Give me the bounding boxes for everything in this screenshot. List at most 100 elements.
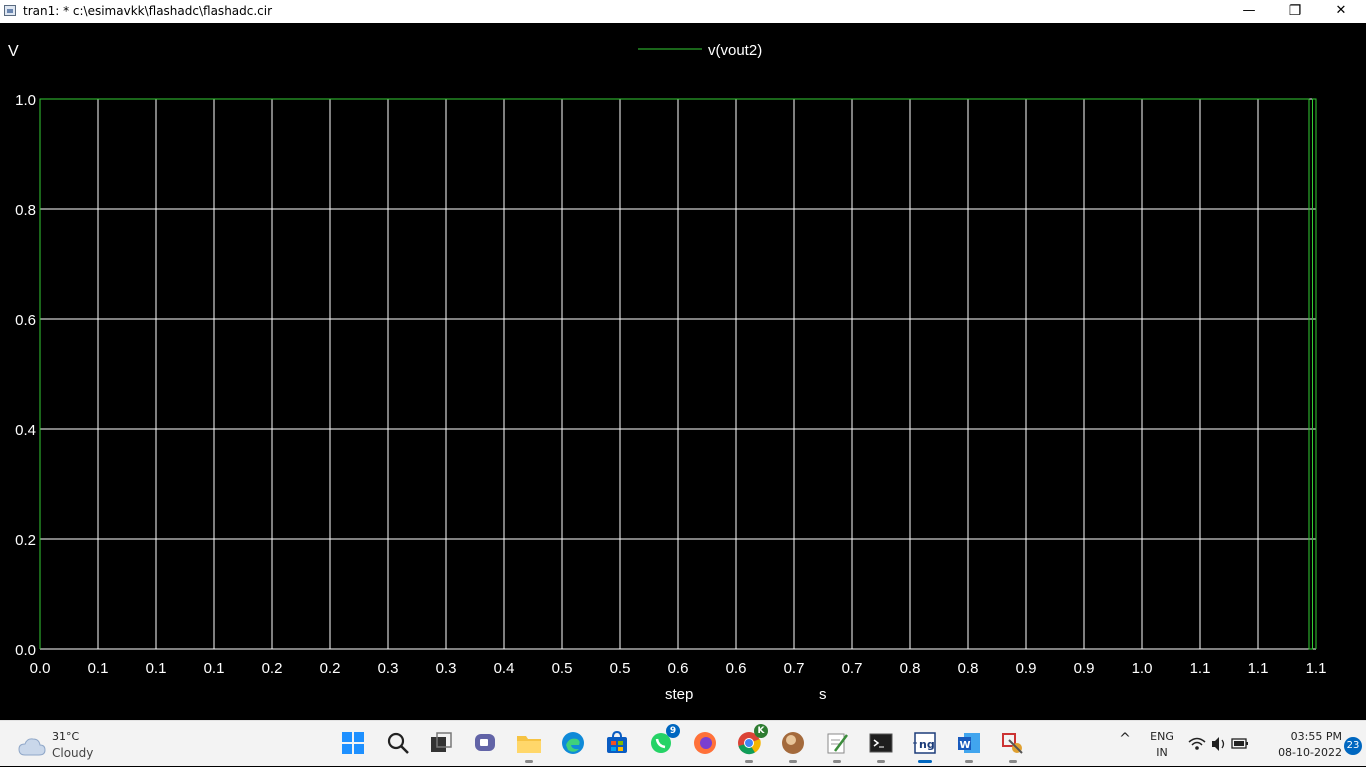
waveform-plot[interactable]: V v(vout2) 0.0 0.1 0.1 0.1 0.2 0.2 0.3 0.3 0.4 0.… <box>0 23 1366 720</box>
weather-condition: Cloudy <box>52 746 94 760</box>
y-tick-labels: 1.0 0.8 0.6 0.4 0.2 0.0 <box>15 92 36 659</box>
firefox-icon <box>694 732 716 754</box>
teams-chat-button[interactable] <box>472 730 498 756</box>
search-icon <box>387 732 409 754</box>
system-tray: ^ ENG IN 03:55 PM 08-10-2022 23 <box>1106 721 1366 767</box>
x-tick-label: 0.0 <box>30 660 51 677</box>
chrome-profile-badge: K <box>754 724 768 738</box>
running-indicator <box>877 760 885 763</box>
running-indicator <box>745 760 753 763</box>
x-tick-label: 0.2 <box>262 660 283 677</box>
x-tick-label: 1.1 <box>1306 660 1327 677</box>
x-tick-label: 0.5 <box>610 660 631 677</box>
x-tick-label: 0.1 <box>88 660 109 677</box>
word-button[interactable]: W <box>956 730 982 763</box>
y-tick-label: 0.4 <box>15 422 36 439</box>
whatsapp-button[interactable]: 9 <box>648 724 680 756</box>
x-tick-label: 0.3 <box>378 660 399 677</box>
x-tick-label: 0.7 <box>842 660 863 677</box>
running-indicator <box>525 760 533 763</box>
running-indicator <box>833 760 841 763</box>
close-button[interactable]: ✕ <box>1318 0 1364 23</box>
x-tick-label: 0.6 <box>726 660 747 677</box>
running-indicator <box>789 760 797 763</box>
volume-icon <box>1212 737 1225 751</box>
chrome-button[interactable]: K <box>736 724 768 763</box>
terminal-button[interactable] <box>868 730 894 763</box>
ngspice-button[interactable]: ng <box>912 730 938 763</box>
plot-grid <box>40 98 1317 650</box>
running-indicator <box>1009 760 1017 763</box>
notepad-button[interactable] <box>824 730 850 763</box>
x-tick-label: 0.8 <box>958 660 979 677</box>
wifi-icon <box>1188 737 1206 750</box>
running-indicator <box>965 760 973 763</box>
language-indicator-bottom[interactable]: IN <box>1146 746 1178 759</box>
tool-button[interactable] <box>1000 730 1026 763</box>
file-explorer-button[interactable] <box>516 730 542 763</box>
x-tick-label: 1.0 <box>1132 660 1153 677</box>
y-tick-label: 0.2 <box>15 532 36 549</box>
start-button[interactable] <box>340 730 366 756</box>
weather-temperature: 31°C <box>52 730 80 743</box>
y-tick-label: 1.0 <box>15 92 36 109</box>
notepad-icon <box>827 733 848 754</box>
x-tick-label: 0.2 <box>320 660 341 677</box>
window-title: tran1: * c:\esimavkk\flashadc\flashadc.c… <box>23 4 273 18</box>
edge-button[interactable] <box>560 730 586 756</box>
x-tick-label: 1.1 <box>1248 660 1269 677</box>
folder-icon <box>517 736 541 753</box>
terminal-icon <box>869 733 893 753</box>
quick-settings[interactable] <box>1188 736 1258 752</box>
minimize-button[interactable]: — <box>1226 0 1272 23</box>
running-indicator <box>918 760 932 763</box>
x-tick-label: 0.4 <box>494 660 515 677</box>
show-hidden-icons-chevron[interactable]: ^ <box>1116 731 1134 747</box>
y-axis-unit: V <box>8 43 19 60</box>
window-titlebar[interactable]: tran1: * c:\esimavkk\flashadc\flashadc.c… <box>0 0 1366 23</box>
store-icon <box>607 731 627 753</box>
search-button[interactable] <box>385 730 411 756</box>
x-tick-label: 0.7 <box>784 660 805 677</box>
notification-badge[interactable]: 23 <box>1344 737 1362 755</box>
cloud-icon <box>18 738 46 756</box>
clock-date[interactable]: 08-10-2022 <box>1262 746 1342 759</box>
taskbar: 31°C Cloudy 9 K ng W ^ ENG IN 03:55 PM 0… <box>0 720 1366 766</box>
chat-icon <box>475 734 495 751</box>
x-tick-label: 1.1 <box>1190 660 1211 677</box>
tool-icon <box>1002 733 1023 754</box>
x-tick-label: 0.5 <box>552 660 573 677</box>
legend-label: v(vout2) <box>708 42 762 59</box>
x-axis-unit: s <box>819 686 827 703</box>
x-axis-label: step <box>665 686 693 703</box>
x-tick-label: 0.3 <box>436 660 457 677</box>
firefox-button[interactable] <box>692 730 718 756</box>
windows-icon <box>342 732 364 754</box>
x-tick-label: 0.1 <box>146 660 167 677</box>
maximize-button[interactable]: ❐ <box>1272 0 1318 23</box>
plot-window[interactable]: V v(vout2) 0.0 0.1 0.1 0.1 0.2 0.2 0.3 0.3 0.4 0.… <box>0 23 1366 720</box>
app-window-icon <box>4 5 16 16</box>
ngspice-icon: ng <box>913 732 936 754</box>
app-sphere-button[interactable] <box>780 730 806 763</box>
battery-icon <box>1231 738 1248 749</box>
edge-icon <box>562 732 584 754</box>
svg-text:W: W <box>960 740 971 751</box>
task-view-icon <box>431 732 452 752</box>
clock-time[interactable]: 03:55 PM <box>1262 730 1342 743</box>
x-tick-label: 0.6 <box>668 660 689 677</box>
x-tick-label: 0.1 <box>204 660 225 677</box>
svg-text:ng: ng <box>919 738 935 751</box>
language-indicator-top[interactable]: ENG <box>1146 730 1178 743</box>
x-tick-label: 0.9 <box>1016 660 1037 677</box>
whatsapp-badge: 9 <box>666 724 680 738</box>
x-tick-label: 0.8 <box>900 660 921 677</box>
word-icon: W <box>958 733 980 753</box>
task-view-button[interactable] <box>428 730 454 756</box>
y-tick-label: 0.6 <box>15 312 36 329</box>
y-tick-label: 0.0 <box>15 642 36 659</box>
sphere-icon <box>782 732 804 754</box>
store-button[interactable] <box>604 730 630 756</box>
x-tick-labels: 0.0 0.1 0.1 0.1 0.2 0.2 0.3 0.3 0.4 0.5 0.5 0.6 0.6 0… <box>30 660 1327 677</box>
x-tick-label: 0.9 <box>1074 660 1095 677</box>
